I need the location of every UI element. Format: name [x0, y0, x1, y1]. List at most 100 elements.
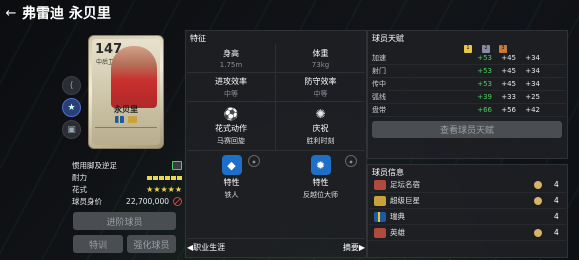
info-row[interactable]: 瑞典 4	[369, 209, 566, 225]
talent-tier3: +42	[525, 106, 540, 114]
info-name: 足坛名宿	[390, 180, 420, 189]
football-icon: ⚽	[223, 107, 239, 121]
trait1-cell[interactable]: ◉ ◆ 特性 铁人	[187, 151, 276, 204]
advance-player-button[interactable]: 进阶球员	[73, 212, 176, 230]
player-image	[111, 46, 157, 108]
favorite-star-icon[interactable]: ★	[62, 98, 81, 117]
stamina-row: 耐力	[72, 172, 182, 183]
player-card[interactable]: 147 中后卫 永贝里	[88, 35, 164, 149]
talent-tier1: +66	[477, 106, 492, 114]
club-badge-icon	[128, 116, 137, 123]
talent-row: 加速 +53 +45 +34	[369, 52, 566, 65]
training-button[interactable]: 特训	[73, 235, 123, 253]
view-talent-button[interactable]: 查看球员天赋	[372, 121, 562, 138]
talent-row: 盘带 +66 +56 +42	[369, 104, 566, 117]
foot-icon	[172, 161, 182, 170]
rank-badge-icon: ◉	[345, 155, 357, 167]
skills-stars: ★★★★★	[146, 185, 182, 194]
tab-career[interactable]: 职业生涯	[193, 242, 225, 253]
weight-cell: 体重 73kg	[276, 44, 365, 73]
superstar-icon	[374, 195, 386, 206]
info-row[interactable]: 足坛名宿 4	[369, 177, 566, 193]
talent-label: 加速	[372, 54, 386, 62]
info-name: 瑞典	[390, 212, 405, 221]
attack-label: 进攻效率	[215, 76, 247, 86]
talent-tier3: +25	[525, 93, 540, 101]
info-row[interactable]: 英雄 4	[369, 225, 566, 241]
talent-tier2: +33	[501, 93, 516, 101]
features-title: 特征	[190, 34, 206, 43]
info-row[interactable]: 超级巨星 4	[369, 193, 566, 209]
skillmove-cell[interactable]: ⚽ 花式动作马赛回旋	[187, 102, 276, 151]
weight-label: 体重	[312, 48, 329, 58]
gear-trait-icon: ✹	[310, 155, 331, 175]
talent-tier2: +45	[501, 54, 516, 62]
info-name: 超级巨星	[390, 196, 420, 205]
sweden-flag-icon	[374, 211, 386, 222]
height-cell: 身高 1.75m	[187, 44, 276, 73]
talent-tier2: +45	[501, 67, 516, 75]
talent-tier1: +53	[477, 54, 492, 62]
back-arrow-icon[interactable]: ←	[0, 6, 22, 21]
talent-tier2: +56	[501, 106, 516, 114]
skillmove-label: 花式动作	[215, 124, 247, 133]
defense-label: 防守效率	[304, 76, 337, 86]
page-title: 弗雷迪 永贝里	[22, 6, 111, 22]
talent-tier2: +45	[501, 80, 516, 88]
card-player-name: 永贝里	[114, 105, 138, 114]
foot-label: 惯用脚及逆足	[72, 161, 117, 170]
height-value: 1.75m	[219, 60, 243, 69]
celebration-icon: ✺	[315, 107, 326, 121]
card-stats-strip	[95, 127, 157, 143]
info-name: 英雄	[390, 228, 405, 237]
foot-row: 惯用脚及逆足	[72, 160, 182, 171]
rank-icon	[534, 228, 542, 237]
lock-icon[interactable]: ▣	[62, 120, 81, 139]
trait2-cell[interactable]: ◉ ✹ 特性 反越位大师	[276, 151, 365, 204]
summary-tab-right-arrow-icon[interactable]: ▶	[359, 243, 365, 252]
talent-title: 球员天赋	[372, 34, 404, 43]
weight-value: 73kg	[311, 60, 330, 69]
trait1-label: 特性	[223, 178, 240, 187]
share-icon[interactable]: ⟨	[62, 76, 81, 95]
attack-cell: 进攻效率 中等	[187, 73, 276, 102]
defense-value: 中等	[313, 89, 328, 98]
skillmove-value: 马赛回旋	[217, 137, 245, 145]
trait2-value: 反越位大师	[303, 191, 338, 199]
celebration-value: 胜利时刻	[306, 137, 335, 145]
top-bar: ← 弗雷迪 永贝里	[0, 0, 579, 26]
features-grid: 身高 1.75m 体重 73kg 进攻效率 中等 防守效率 中等 ⚽ 花式动作 马赛回旋 …	[187, 44, 365, 204]
info-count: 4	[554, 228, 559, 237]
talent-row: 传中 +53 +45 +34	[369, 78, 566, 91]
talent-tier1: +53	[477, 80, 492, 88]
celebration-cell[interactable]: ✺ 庆祝 胜利时刻	[276, 102, 365, 151]
attack-value: 中等	[224, 89, 238, 98]
talent-row: 弧线 +39 +33 +25	[369, 91, 566, 104]
diamond-trait-icon: ◆	[221, 155, 242, 175]
stamina-label: 耐力	[72, 173, 87, 182]
tab-summary[interactable]: 摘要	[343, 242, 359, 253]
talent-label: 传中	[372, 80, 386, 88]
rank-icon	[534, 213, 542, 221]
info-count: 4	[554, 212, 559, 221]
talent-tier3: +34	[525, 67, 540, 75]
features-tabs: ◀ 职业生涯 摘要 ▶	[187, 238, 365, 256]
talent-tier1: +53	[477, 67, 492, 75]
value-row: 球员身价 22,700,000	[72, 196, 182, 207]
hero-icon	[374, 227, 386, 238]
stamina-bar	[147, 175, 182, 180]
sweden-flag-icon	[115, 116, 124, 123]
card-flags	[89, 116, 163, 123]
enhance-player-button[interactable]: 强化球员	[127, 235, 176, 253]
talent-label: 盘带	[372, 106, 386, 114]
rank-icon	[534, 196, 542, 205]
skills-label: 花式	[72, 185, 87, 194]
value-label: 球员身价	[72, 197, 102, 206]
value-amount: 22,700,000	[126, 197, 169, 206]
talent-label: 弧线	[372, 93, 386, 101]
talent-row: 射门 +53 +45 +34	[369, 65, 566, 78]
no-entry-icon	[173, 197, 182, 206]
talent-tier3: +34	[525, 80, 540, 88]
skills-row: 花式 ★★★★★	[72, 184, 182, 195]
legend-icon	[374, 179, 386, 190]
